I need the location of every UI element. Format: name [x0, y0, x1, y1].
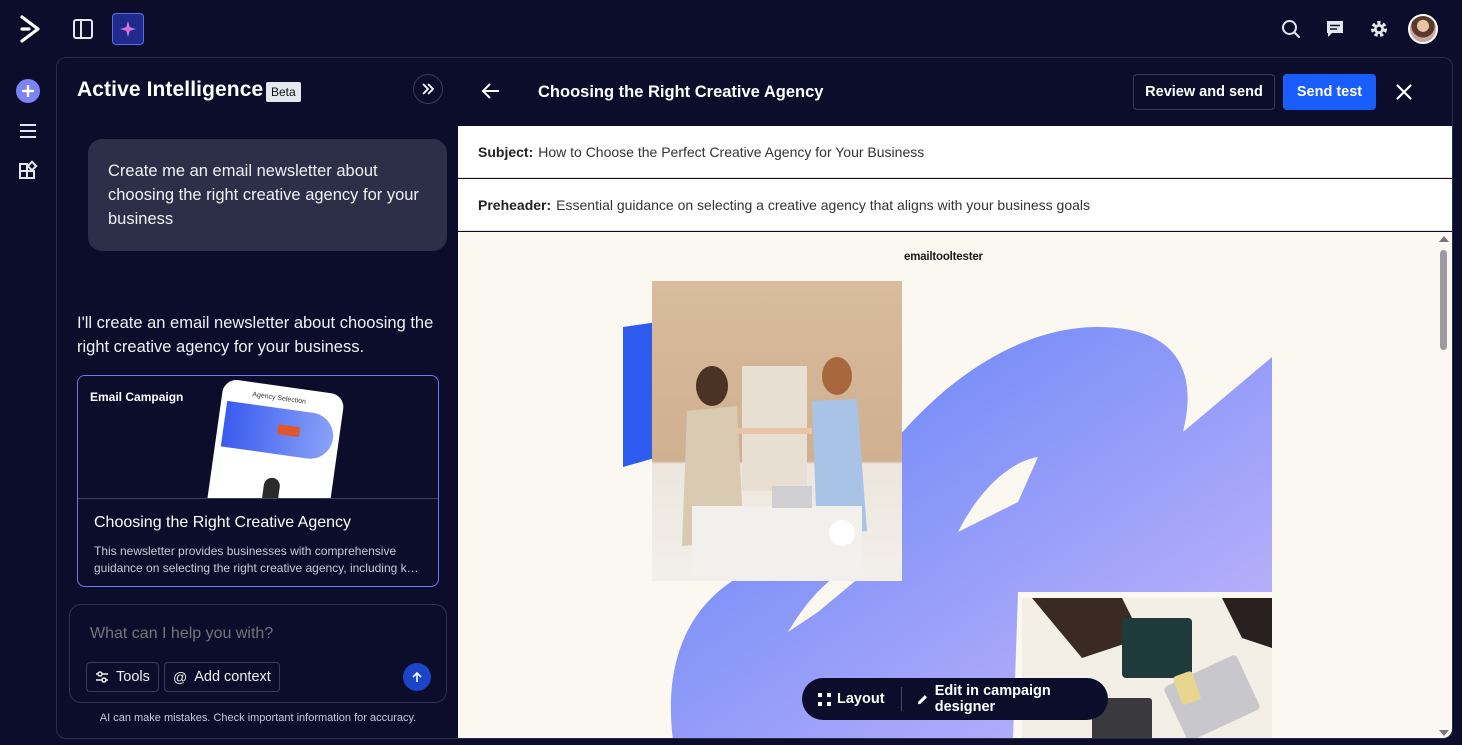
- layout-label: Layout: [837, 691, 885, 707]
- composer: Tools @ Add context: [69, 604, 447, 703]
- review-and-send-button[interactable]: Review and send: [1133, 74, 1275, 110]
- brand-logo: emailtooltester: [904, 251, 983, 263]
- layout-button[interactable]: Layout: [802, 678, 901, 720]
- hero-background-shape: [623, 322, 1272, 738]
- app-logo-icon[interactable]: [18, 14, 42, 44]
- ai-panel: Active Intelligence Beta Create me an em…: [56, 57, 459, 739]
- collapse-panel-button[interactable]: [413, 74, 443, 104]
- sidebar-toggle-icon[interactable]: [72, 18, 94, 40]
- ai-disclaimer: AI can make mistakes. Check important in…: [99, 712, 417, 724]
- handshake-photo: [652, 281, 902, 581]
- prompt-input[interactable]: [90, 625, 410, 643]
- scroll-thumb[interactable]: [1440, 250, 1447, 350]
- sliders-icon: [96, 671, 108, 683]
- tools-button[interactable]: Tools: [86, 662, 159, 692]
- preheader-label: Preheader:: [478, 196, 552, 213]
- email-scrollbar[interactable]: [1436, 232, 1452, 738]
- email-campaign-card[interactable]: Email Campaign Agency Selection Choosing…: [77, 375, 439, 587]
- gear-icon[interactable]: [1368, 18, 1390, 40]
- preheader-value: Essential guidance on selecting a creati…: [556, 196, 1091, 213]
- apps-icon[interactable]: [16, 160, 40, 184]
- chat-icon[interactable]: [1324, 18, 1346, 40]
- send-prompt-button[interactable]: [403, 663, 431, 691]
- preview-title: Choosing the Right Creative Agency: [538, 83, 824, 101]
- add-context-label: Add context: [194, 669, 271, 685]
- close-icon[interactable]: [1394, 82, 1414, 102]
- add-icon[interactable]: [16, 79, 40, 103]
- phone-mockup: Agency Selection: [204, 378, 346, 498]
- subject-label: Subject:: [478, 143, 534, 160]
- ai-reply-text: I'll create an email newsletter about ch…: [77, 314, 434, 356]
- beta-badge: Beta: [266, 82, 301, 102]
- pencil-icon: [918, 694, 928, 704]
- layout-icon: [818, 692, 831, 706]
- edit-label: Edit in campaign designer: [934, 683, 1051, 715]
- brand-logo-text: emailtooltester: [904, 251, 983, 263]
- card-type-label: Email Campaign: [90, 390, 184, 404]
- scroll-down-arrow-icon[interactable]: [1439, 730, 1449, 736]
- search-icon[interactable]: [1280, 18, 1302, 40]
- menu-icon[interactable]: [16, 119, 40, 143]
- scroll-up-arrow-icon[interactable]: [1439, 236, 1449, 242]
- ai-panel-title: Active Intelligence: [77, 78, 264, 101]
- user-avatar[interactable]: [1408, 14, 1438, 44]
- preheader-row[interactable]: Preheader: Essential guidance on selecti…: [458, 179, 1452, 231]
- handshake-illustration: [682, 357, 867, 581]
- tools-label: Tools: [116, 669, 150, 685]
- phone-title: Agency Selection: [251, 391, 307, 406]
- send-test-button[interactable]: Send test: [1283, 74, 1376, 110]
- card-title: Choosing the Right Creative Agency: [94, 514, 352, 531]
- email-canvas: emailtooltester: [458, 232, 1436, 738]
- card-description: This newsletter provides businesses with…: [94, 544, 419, 575]
- edit-in-designer-button[interactable]: Edit in campaign designer: [901, 678, 1108, 720]
- back-arrow-icon[interactable]: [480, 80, 502, 102]
- floating-toolbar: Layout Edit in campaign designer: [802, 678, 1108, 720]
- card-thumbnail: Email Campaign Agency Selection: [78, 376, 438, 499]
- add-context-button[interactable]: @ Add context: [164, 662, 280, 692]
- ai-sparkle-icon: [120, 21, 136, 37]
- at-icon: @: [173, 669, 188, 685]
- phone-person-image: [261, 476, 281, 498]
- email-preview-panel: Choosing the Right Creative Agency Revie…: [458, 57, 1453, 739]
- double-chevron-right-icon: [422, 83, 435, 95]
- subject-row[interactable]: Subject: How to Choose the Perfect Creat…: [458, 126, 1452, 178]
- user-message-bubble: Create me an email newsletter about choo…: [88, 139, 447, 251]
- arrow-up-icon: [412, 671, 422, 682]
- subject-value: How to Choose the Perfect Creative Agenc…: [538, 143, 925, 160]
- top-bar: [0, 0, 1462, 58]
- ai-assistant-button[interactable]: [112, 13, 144, 45]
